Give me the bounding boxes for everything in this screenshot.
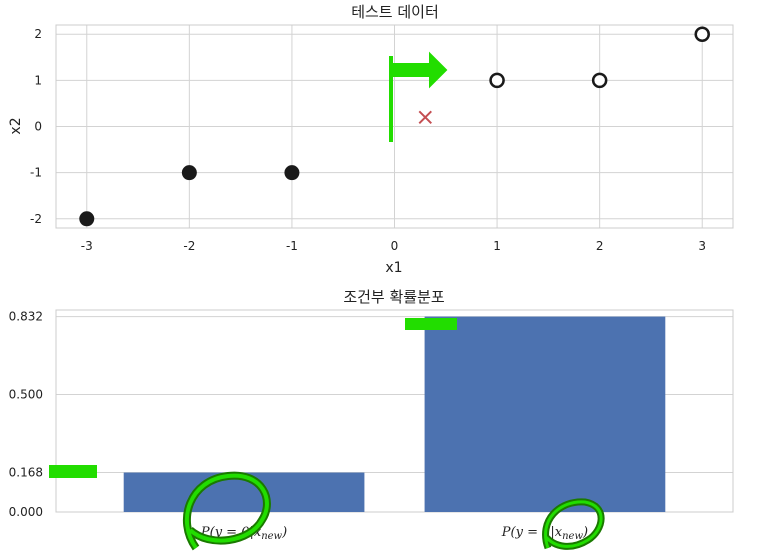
annotation-arrow-icon xyxy=(391,51,448,89)
scatter-grid xyxy=(56,25,733,228)
bar-y-tick-label: 0.000 xyxy=(9,505,43,519)
scatter-y-tick-label: -2 xyxy=(30,212,42,226)
scatter-y-tick-label: 0 xyxy=(34,120,42,134)
scatter-x-tick-label: 3 xyxy=(698,239,706,253)
scatter-title: 테스트 데이터 xyxy=(351,3,439,21)
scatter-y-tick-label: -1 xyxy=(30,166,42,180)
bar-title: 조건부 확률분포 xyxy=(343,288,445,306)
scatter-x-tick-label: -3 xyxy=(81,239,93,253)
scatter-point-open xyxy=(591,72,608,89)
scatter-y-label: x2 xyxy=(8,117,24,134)
bar-y-tick-label: 0.832 xyxy=(9,310,43,324)
scatter-point-filled xyxy=(181,165,197,181)
scatter-plot: 테스트 데이터 -3 -2 -1 0 1 2 3 -2 -1 0 1 2 x1 x2 xyxy=(8,3,734,276)
scatter-point-open xyxy=(489,72,505,89)
annotation-dash-top xyxy=(405,318,457,330)
bar-y-tick-label: 0.500 xyxy=(9,388,43,402)
scatter-y-tick-label: 2 xyxy=(34,27,42,41)
scatter-point-filled xyxy=(284,165,300,181)
bar-y-tick-label: 0.168 xyxy=(9,466,43,480)
bar-x-tick-label-close: ) xyxy=(281,525,287,540)
bar-chart: 조건부 확률분포 0.0000.1680.5000.832 P(y = 0|xn… xyxy=(9,288,734,542)
scatter-y-tick-label: 1 xyxy=(34,73,42,87)
scatter-y-ticks: -2 -1 0 1 2 xyxy=(30,27,42,226)
scatter-point-filled xyxy=(79,211,95,227)
annotation-dash-left xyxy=(49,465,97,478)
scatter-point-new xyxy=(418,110,432,124)
scatter-x-tick-label: 2 xyxy=(596,239,604,253)
scatter-point-open xyxy=(694,26,710,42)
scatter-x-tick-label: -2 xyxy=(183,239,195,253)
bar xyxy=(424,316,666,512)
bar-x-tick-label-subscript: new xyxy=(261,531,282,542)
scatter-x-tick-label: -1 xyxy=(286,239,298,253)
bar-y-ticks: 0.000 0.168 0.500 0.832 xyxy=(9,310,43,519)
bar-x-tick-label-main: P(y = 1|x xyxy=(501,525,563,540)
scatter-x-ticks: -3 -2 -1 0 1 2 3 xyxy=(81,239,706,253)
scatter-x-tick-label: 1 xyxy=(493,239,501,253)
scatter-x-tick-label: 0 xyxy=(391,239,399,253)
chart-canvas: 테스트 데이터 -3 -2 -1 0 1 2 3 -2 -1 0 1 2 x1 x2 조건부 확률분… xyxy=(8,3,734,551)
scatter-x-label: x1 xyxy=(385,260,402,276)
